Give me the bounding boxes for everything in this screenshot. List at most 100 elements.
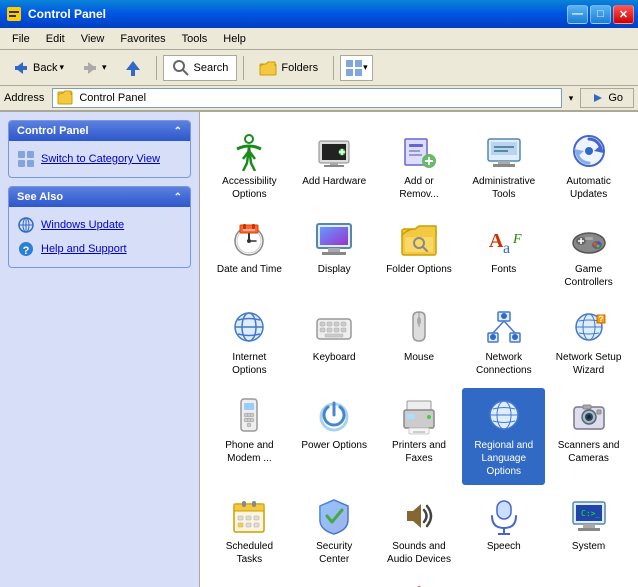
menu-tools[interactable]: Tools xyxy=(174,31,216,47)
item-power-options[interactable]: Power Options xyxy=(293,388,376,485)
switch-category-label: Switch to Category View xyxy=(41,153,160,165)
search-label: Search xyxy=(194,62,229,74)
menu-favorites[interactable]: Favorites xyxy=(112,31,173,47)
item-folder-options[interactable]: Folder Options xyxy=(378,212,461,296)
item-printers-faxes[interactable]: Printers and Faxes xyxy=(378,388,461,485)
go-label: Go xyxy=(608,92,623,104)
menu-bar: File Edit View Favorites Tools Help xyxy=(0,28,638,50)
forward-icon xyxy=(80,58,100,78)
forward-button[interactable]: ▾ xyxy=(73,54,114,82)
control-panel-section-body: Switch to Category View xyxy=(9,141,190,177)
toolbar-divider-1 xyxy=(156,56,157,80)
item-phone-modem[interactable]: Phone and Modem ... xyxy=(208,388,291,485)
switch-category-link[interactable]: Switch to Category View xyxy=(17,147,182,171)
close-button[interactable]: ✕ xyxy=(613,5,634,24)
maximize-button[interactable]: □ xyxy=(590,5,611,24)
network-setup-icon: ? xyxy=(569,307,609,347)
regional-language-label: Regional and Language Options xyxy=(474,439,533,478)
phone-modem-label: Phone and Modem ... xyxy=(225,439,273,465)
item-admin-tools[interactable]: Administrative Tools xyxy=(462,124,545,208)
svg-text:?: ? xyxy=(23,245,30,257)
see-also-body: Windows Update ? Help and Support xyxy=(9,207,190,267)
speech-icon xyxy=(484,496,524,536)
globe-icon xyxy=(17,216,35,234)
item-wireless-network[interactable]: Wireless Network Set... xyxy=(462,577,545,587)
window-title: Control Panel xyxy=(28,7,106,21)
item-security-center[interactable]: Security Center xyxy=(293,489,376,573)
internet-options-label: Internet Options xyxy=(232,351,266,377)
address-dropdown-arrow[interactable]: ▾ xyxy=(566,93,577,104)
power-options-icon xyxy=(314,395,354,435)
item-mouse[interactable]: Mouse xyxy=(378,300,461,384)
item-game-controllers[interactable]: Game Controllers xyxy=(547,212,630,296)
internet-options-icon xyxy=(229,307,269,347)
menu-edit[interactable]: Edit xyxy=(38,31,73,47)
items-grid: Accessibility Options Add Hardware Add o… xyxy=(204,120,634,587)
svg-text:A: A xyxy=(489,230,504,252)
menu-view[interactable]: View xyxy=(73,31,113,47)
window-controls: — □ ✕ xyxy=(567,5,634,24)
minimize-button[interactable]: — xyxy=(567,5,588,24)
item-display[interactable]: Display xyxy=(293,212,376,296)
item-regional-language[interactable]: Regional and Language Options xyxy=(462,388,545,485)
mouse-label: Mouse xyxy=(404,351,434,364)
main-content: Control Panel ⌃ Switch to Category View … xyxy=(0,112,638,587)
item-accessibility[interactable]: Accessibility Options xyxy=(208,124,291,208)
title-bar: Control Panel — □ ✕ xyxy=(0,0,638,28)
item-fonts[interactable]: A a F Fonts xyxy=(462,212,545,296)
folders-icon xyxy=(259,59,277,77)
date-time-label: Date and Time xyxy=(217,263,282,276)
address-value: Control Panel xyxy=(79,92,146,104)
back-button[interactable]: Back ▾ xyxy=(4,54,71,82)
see-also-section: See Also ⌃ Windows Update ? xyxy=(8,186,191,268)
item-taskbar-start[interactable]: start Taskbar and Start Menu xyxy=(208,577,291,587)
address-input[interactable]: Control Panel xyxy=(52,88,561,108)
toolbar: Back ▾ ▾ Search Folders xyxy=(0,50,638,86)
windows-update-label: Windows Update xyxy=(41,219,124,231)
toolbar-divider-3 xyxy=(333,56,334,80)
item-auto-updates[interactable]: Automatic Updates xyxy=(547,124,630,208)
item-internet-options[interactable]: Internet Options xyxy=(208,300,291,384)
toolbar-divider-2 xyxy=(243,56,244,80)
date-time-icon xyxy=(229,219,269,259)
item-user-accounts[interactable]: User Accounts xyxy=(293,577,376,587)
item-add-remove[interactable]: Add or Remov... xyxy=(378,124,461,208)
sidebar: Control Panel ⌃ Switch to Category View … xyxy=(0,112,200,587)
folder-options-icon xyxy=(399,219,439,259)
item-date-time[interactable]: Date and Time xyxy=(208,212,291,296)
menu-help[interactable]: Help xyxy=(215,31,254,47)
item-system[interactable]: C:>_ System xyxy=(547,489,630,573)
view-button[interactable]: ▾ xyxy=(340,55,373,81)
item-network-setup[interactable]: ? Network Setup Wizard xyxy=(547,300,630,384)
power-options-label: Power Options xyxy=(301,439,367,452)
control-panel-section-header: Control Panel ⌃ xyxy=(9,121,190,141)
network-connections-icon xyxy=(484,307,524,347)
phone-modem-icon xyxy=(229,395,269,435)
windows-update-link[interactable]: Windows Update xyxy=(17,213,182,237)
menu-file[interactable]: File xyxy=(4,31,38,47)
see-also-header-text: See Also xyxy=(17,191,63,203)
folders-button[interactable]: Folders xyxy=(250,55,327,81)
item-scanners-cameras[interactable]: Scanners and Cameras xyxy=(547,388,630,485)
item-add-hardware[interactable]: Add Hardware xyxy=(293,124,376,208)
auto-updates-label: Automatic Updates xyxy=(566,175,610,201)
item-network-connections[interactable]: Network Connections xyxy=(462,300,545,384)
search-button[interactable]: Search xyxy=(163,55,238,81)
go-button[interactable]: Go xyxy=(580,88,634,108)
fonts-label: Fonts xyxy=(491,263,516,276)
item-scheduled-tasks[interactable]: Scheduled Tasks xyxy=(208,489,291,573)
item-windows-firewall[interactable]: Windows Firewall xyxy=(378,577,461,587)
keyboard-label: Keyboard xyxy=(313,351,356,364)
accessibility-icon xyxy=(229,131,269,171)
sounds-audio-label: Sounds and Audio Devices xyxy=(387,540,451,566)
item-sounds-audio[interactable]: Sounds and Audio Devices xyxy=(378,489,461,573)
search-icon xyxy=(172,59,190,77)
game-controllers-label: Game Controllers xyxy=(564,263,612,289)
help-support-link[interactable]: ? Help and Support xyxy=(17,237,182,261)
scheduled-tasks-icon xyxy=(229,496,269,536)
back-icon xyxy=(11,58,31,78)
chevron-up-icon: ⌃ xyxy=(174,126,182,137)
up-button[interactable] xyxy=(116,54,150,82)
item-speech[interactable]: Speech xyxy=(462,489,545,573)
item-keyboard[interactable]: Keyboard xyxy=(293,300,376,384)
